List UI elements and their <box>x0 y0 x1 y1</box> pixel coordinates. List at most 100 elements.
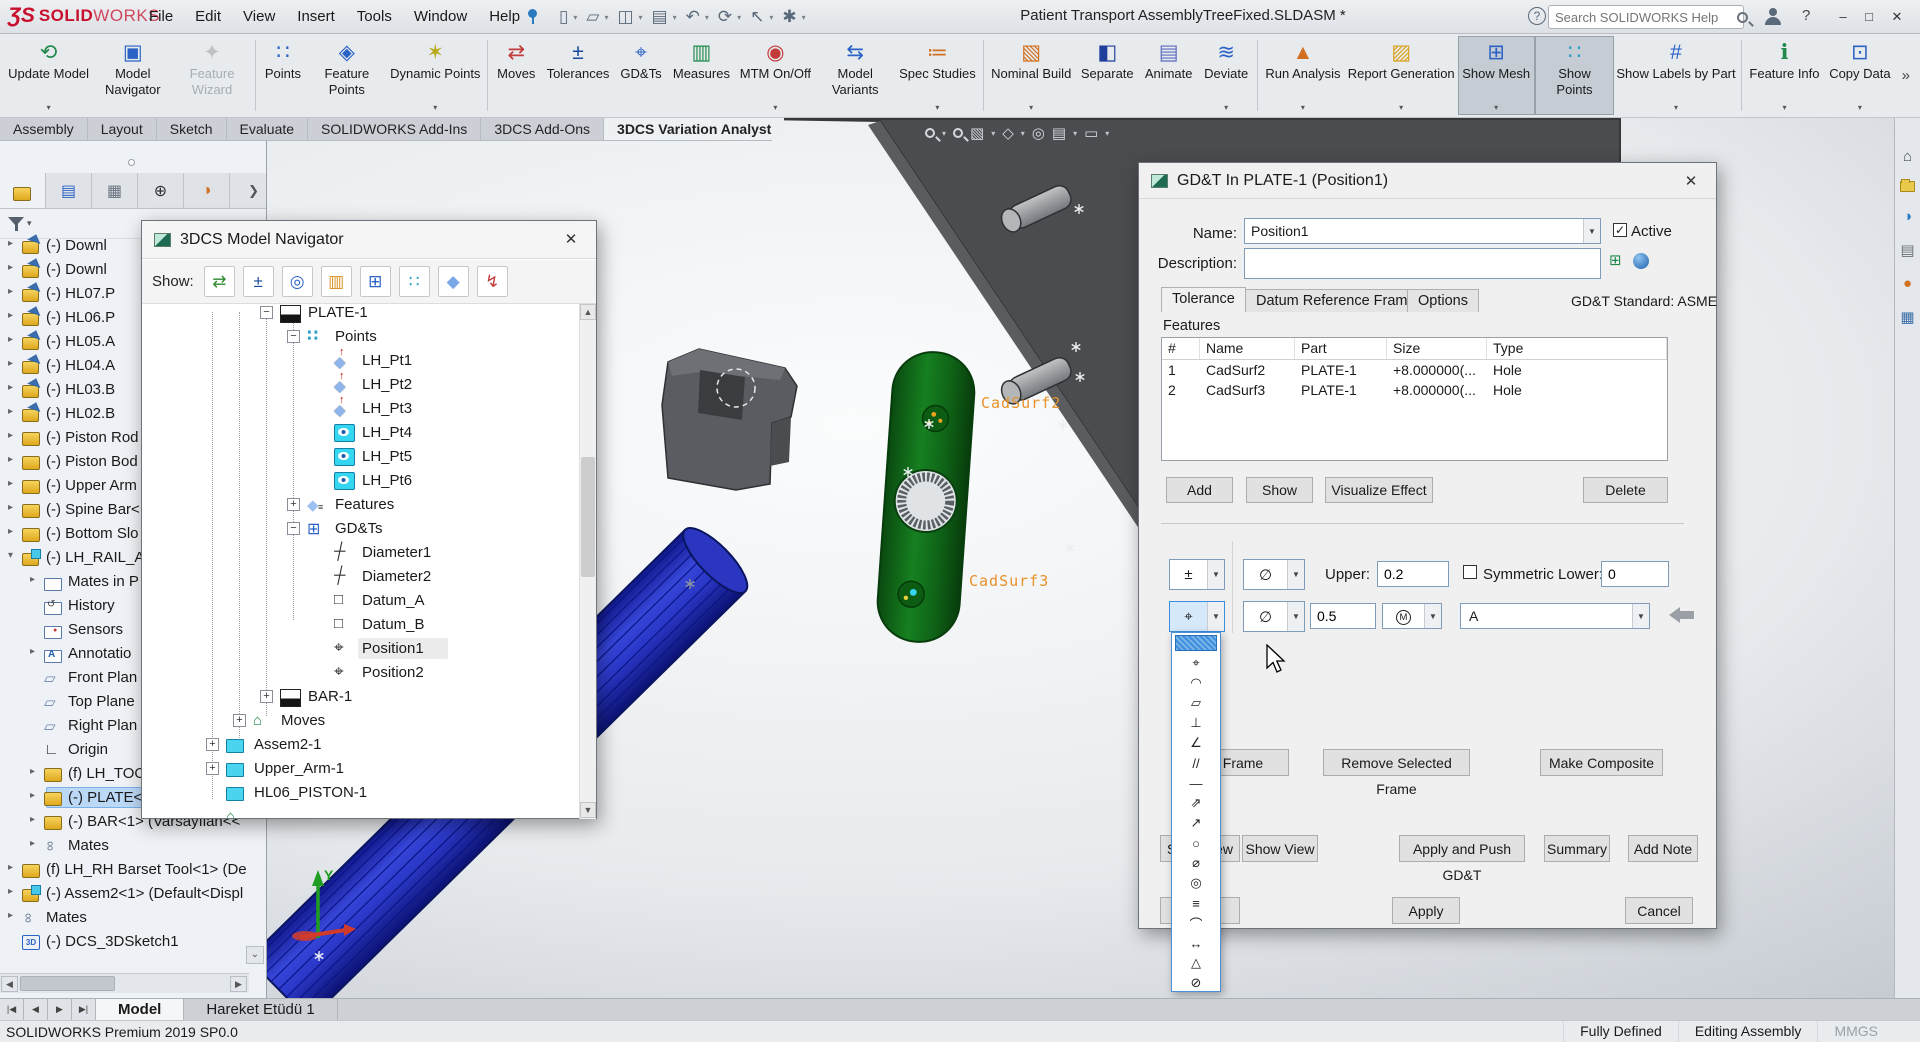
ribbon-button-points[interactable]: Points <box>259 36 308 115</box>
caret-icon[interactable]: ▾ <box>769 13 773 22</box>
ribbon-button-tolerances[interactable]: Tolerances <box>542 36 615 115</box>
show-features-icon[interactable]: ◆ <box>438 266 469 297</box>
ribbon-button-dynamic-points[interactable]: Dynamic Points▾ <box>386 36 484 115</box>
caret-icon[interactable]: ▾ <box>639 13 643 22</box>
search-box[interactable] <box>1548 5 1744 29</box>
name-dropdown-icon[interactable]: ▼ <box>1583 219 1600 243</box>
show-rings-icon[interactable]: ◎ <box>282 266 313 297</box>
tree-expander-icon[interactable]: ▸ <box>8 430 13 441</box>
tree-expander-box[interactable]: + <box>287 498 300 511</box>
tree-item-mates[interactable]: ▸Mates <box>0 835 267 857</box>
animation-nav-button[interactable]: ◀ <box>24 999 48 1020</box>
datum-combobox[interactable]: A▼ <box>1460 603 1650 629</box>
appearances-icon[interactable]: ● <box>1903 275 1912 292</box>
hud-caret-icon[interactable]: ▾ <box>1073 129 1077 138</box>
scroll-left-button[interactable]: ◀ <box>1 976 18 992</box>
tree-scroll-down-button[interactable]: ⌄ <box>246 946 264 964</box>
ribbon-button-caret[interactable]: ▾ <box>1224 103 1228 113</box>
show-points-icon[interactable]: ∷ <box>399 266 430 297</box>
navigator-item-lh-pt6[interactable]: LH_Pt6 <box>142 470 572 492</box>
ribbon-button-caret[interactable]: ▾ <box>1494 103 1498 113</box>
table-column-name[interactable]: Name <box>1200 338 1295 359</box>
tab-configurations[interactable]: ▦ <box>92 173 138 208</box>
dimension-grid-icon[interactable]: ⊞ <box>1609 251 1622 269</box>
ribbon-button-caret[interactable]: ▾ <box>935 103 939 113</box>
show-view-button[interactable]: Show View <box>1242 835 1318 862</box>
navigator-scrollbar-thumb[interactable] <box>581 457 595 577</box>
gdt-symbol-circularity[interactable]: ○ <box>1172 833 1220 853</box>
ribbon-button-mtm-on-off[interactable]: MTM On/Off▾ <box>735 36 815 115</box>
tree-expander-icon[interactable]: ▸ <box>8 406 13 417</box>
gdt-symbol-symmetry[interactable]: ≡ <box>1172 893 1220 913</box>
tree-item-assem2-1-default-displ[interactable]: ▸(-) Assem2<1> (Default<Displ <box>0 883 267 905</box>
table-column-[interactable]: # <box>1162 338 1200 359</box>
lower-value-input[interactable] <box>1601 561 1669 587</box>
tree-expander-icon[interactable]: ▸ <box>30 814 35 825</box>
tree-expander-icon[interactable]: ▸ <box>8 502 13 513</box>
remove-selected-frame-button[interactable]: Remove Selected Frame <box>1323 749 1470 776</box>
hide-show-items-icon[interactable]: ▤ <box>1052 124 1066 142</box>
tab-layout[interactable]: Layout <box>88 118 157 140</box>
push-left-arrow-icon[interactable] <box>1669 607 1695 623</box>
table-column-size[interactable]: Size <box>1387 338 1487 359</box>
caret-icon[interactable]: ▾ <box>705 13 709 22</box>
ribbon-button-moves[interactable]: Moves <box>491 36 542 115</box>
show-deviations-icon[interactable]: ↯ <box>477 266 508 297</box>
gdt-symbol-dropdown[interactable]: ⌖◠▱⊥∠//—⇗↗○⌀◎≡⌒↔△⊘ <box>1171 632 1221 992</box>
navigator-scroll-up-button[interactable]: ▲ <box>580 304 596 320</box>
ribbon-button-feature-info[interactable]: Feature Info▾ <box>1745 36 1824 115</box>
navigator-item-lh-pt3[interactable]: LH_Pt3 <box>142 398 572 420</box>
search-input[interactable] <box>1549 10 1737 25</box>
navigator-scrollbar[interactable]: ▲ ▼ <box>579 304 596 819</box>
caret-icon[interactable]: ▾ <box>802 13 806 22</box>
name-combobox[interactable]: Position1 ▼ <box>1244 218 1601 244</box>
tab-tolerance[interactable]: Tolerance <box>1161 287 1246 312</box>
panel-splitter-handle[interactable] <box>128 159 135 166</box>
tree-expander-box[interactable]: − <box>287 330 300 343</box>
show-button[interactable]: Show <box>1246 477 1313 503</box>
tree-expander-icon[interactable]: ▸ <box>30 838 35 849</box>
login-user-icon[interactable] <box>1764 8 1782 26</box>
tree-expander-icon[interactable]: ▸ <box>8 286 13 297</box>
hud-caret-icon[interactable]: ▾ <box>991 129 995 138</box>
navigator-item-diameter1[interactable]: Diameter1 <box>142 542 572 564</box>
caret-icon[interactable]: ▾ <box>573 13 577 22</box>
menu-window[interactable]: Window <box>403 0 478 34</box>
tab-options[interactable]: Options <box>1407 289 1479 312</box>
navigator-item-lh-pt1[interactable]: LH_Pt1 <box>142 350 572 372</box>
tab-displaymanager[interactable]: ◑ <box>184 173 230 208</box>
ribbon-button-spec-studies[interactable]: Spec Studies▾ <box>895 36 980 115</box>
tree-expander-icon[interactable]: ▸ <box>8 334 13 345</box>
animation-nav-button[interactable]: ▶ <box>48 999 72 1020</box>
tree-expander-icon[interactable]: ▸ <box>8 358 13 369</box>
options-icon[interactable]: ✱ <box>779 7 799 27</box>
tree-item-f-lh-rh-barset-tool-1-de[interactable]: ▸(f) LH_RH Barset Tool<1> (De <box>0 859 267 881</box>
view-palette-icon[interactable]: ▤ <box>1900 241 1914 259</box>
menu-tools[interactable]: Tools <box>346 0 403 34</box>
hud-caret-icon[interactable]: ▾ <box>1105 129 1109 138</box>
navigator-item-diameter2[interactable]: Diameter2 <box>142 566 572 588</box>
gdt-symbol-circular-runout[interactable]: ↗ <box>1172 813 1220 833</box>
tab-assembly[interactable]: Assembly <box>0 118 88 140</box>
select-icon[interactable]: ↖ <box>747 7 767 27</box>
tree-expander-icon[interactable]: ▸ <box>8 454 13 465</box>
dropdown-icon[interactable]: ▼ <box>1207 602 1224 631</box>
tree-expander-icon[interactable]: ▸ <box>30 790 35 801</box>
gdt-symbol-parallelism[interactable]: // <box>1172 753 1220 773</box>
tree-expander-icon[interactable]: ▸ <box>8 310 13 321</box>
summary-button[interactable]: Summary <box>1544 835 1610 862</box>
ribbon-button-gd-ts[interactable]: GD&Ts <box>614 36 667 115</box>
navigator-item-upper-arm-1[interactable]: +Upper_Arm-1 <box>142 758 572 780</box>
navigator-item-lh-pt2[interactable]: LH_Pt2 <box>142 374 572 396</box>
table-row[interactable]: 2CadSurf3PLATE-1+8.000000(...Hole <box>1162 380 1667 400</box>
ribbon-button-show-labels-by-part[interactable]: Show Labels by Part▾ <box>1614 36 1738 115</box>
filter-caret-icon[interactable]: ▾ <box>27 218 32 229</box>
tab-featuremanager[interactable] <box>0 173 46 208</box>
ribbon-button-model-navigator[interactable]: Model Navigator <box>93 36 172 115</box>
tree-expander-box[interactable]: + <box>260 690 273 703</box>
navigator-item-points[interactable]: −Points <box>142 326 572 348</box>
diameter-modifier-combobox[interactable]: ∅▼ <box>1243 559 1305 590</box>
tab-evaluate[interactable]: Evaluate <box>227 118 308 140</box>
show-measures-icon[interactable]: ▥ <box>321 266 352 297</box>
ribbon-button-caret[interactable]: ▾ <box>1399 103 1403 113</box>
